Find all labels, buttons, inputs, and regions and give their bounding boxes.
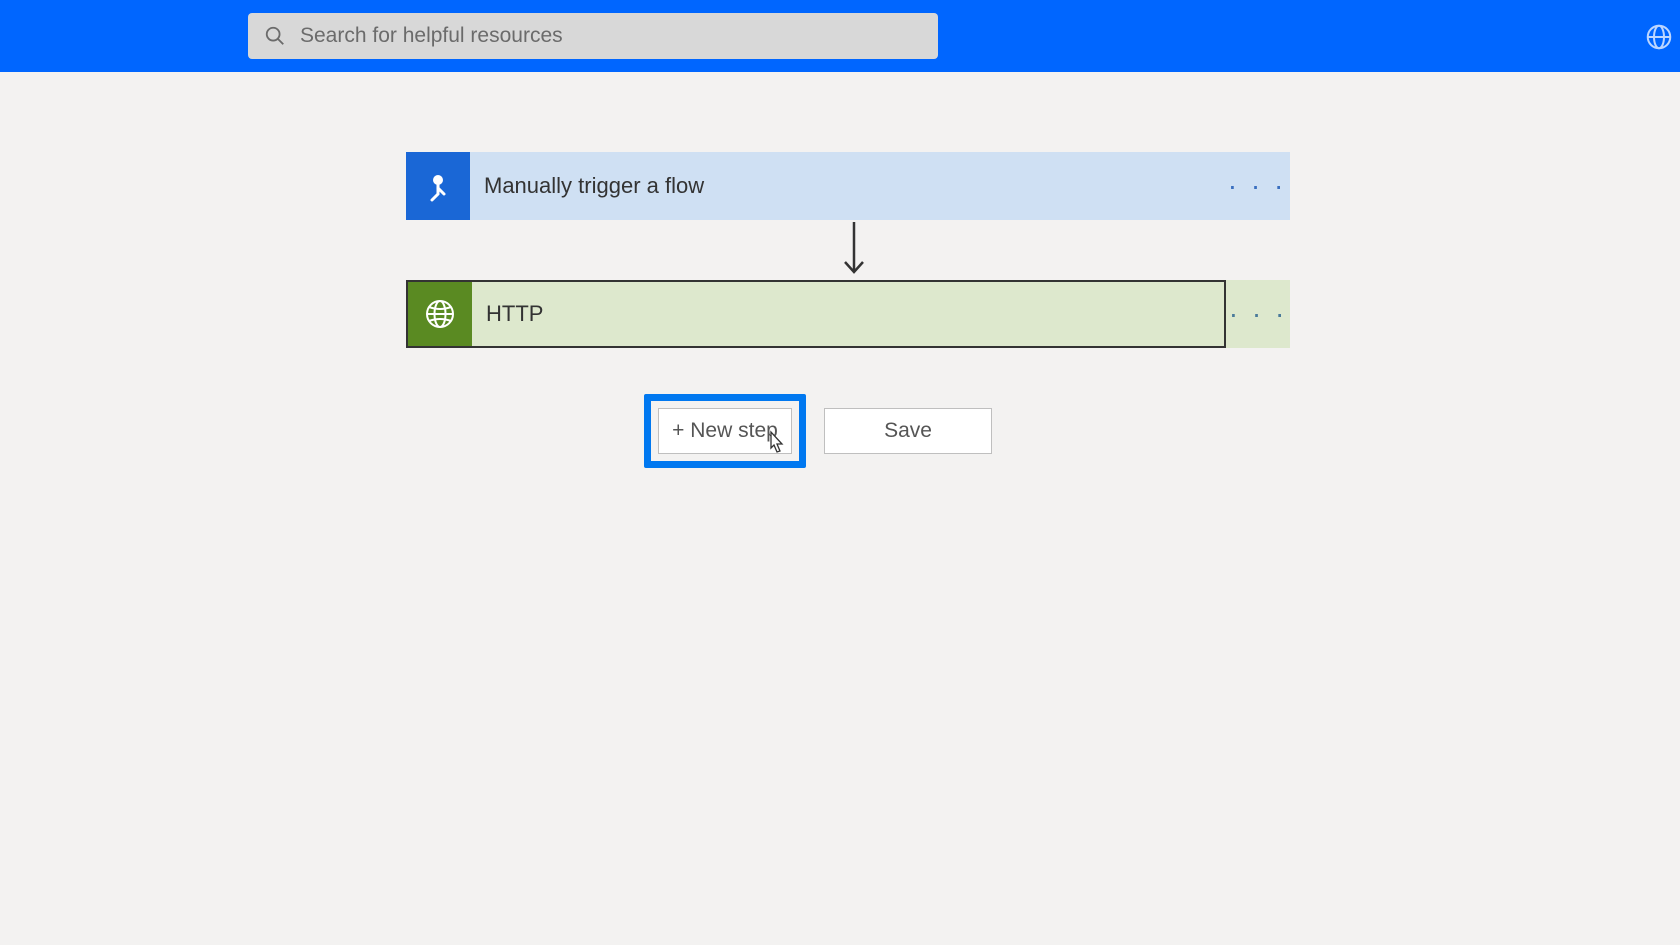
top-header-bar: Search for helpful resources bbox=[0, 0, 1680, 72]
http-icon-container bbox=[408, 282, 472, 346]
trigger-card[interactable]: Manually trigger a flow · · · bbox=[406, 152, 1290, 220]
globe-icon bbox=[422, 296, 458, 332]
new-step-button[interactable]: + New step bbox=[658, 408, 792, 454]
flow-connector-arrow[interactable] bbox=[842, 220, 866, 280]
search-placeholder: Search for helpful resources bbox=[300, 24, 563, 48]
http-action-title: HTTP bbox=[472, 282, 1224, 346]
new-step-highlight-box: + New step bbox=[644, 394, 806, 468]
search-icon bbox=[264, 25, 286, 47]
trigger-icon-container bbox=[406, 152, 470, 220]
flow-action-buttons: + New step Save bbox=[644, 394, 992, 468]
environment-icon[interactable] bbox=[1644, 22, 1674, 52]
touch-pointer-icon bbox=[418, 166, 458, 206]
global-search-box[interactable]: Search for helpful resources bbox=[248, 13, 938, 59]
arrow-down-icon bbox=[842, 220, 866, 280]
trigger-more-menu[interactable]: · · · bbox=[1224, 152, 1290, 220]
trigger-title: Manually trigger a flow bbox=[470, 152, 1224, 220]
http-card-main[interactable]: HTTP bbox=[406, 280, 1226, 348]
save-button[interactable]: Save bbox=[824, 408, 992, 454]
http-action-card[interactable]: HTTP · · · bbox=[406, 280, 1290, 348]
flow-designer-canvas[interactable]: Manually trigger a flow · · · HTTP · · · bbox=[0, 72, 1680, 945]
http-more-menu[interactable]: · · · bbox=[1226, 280, 1290, 348]
